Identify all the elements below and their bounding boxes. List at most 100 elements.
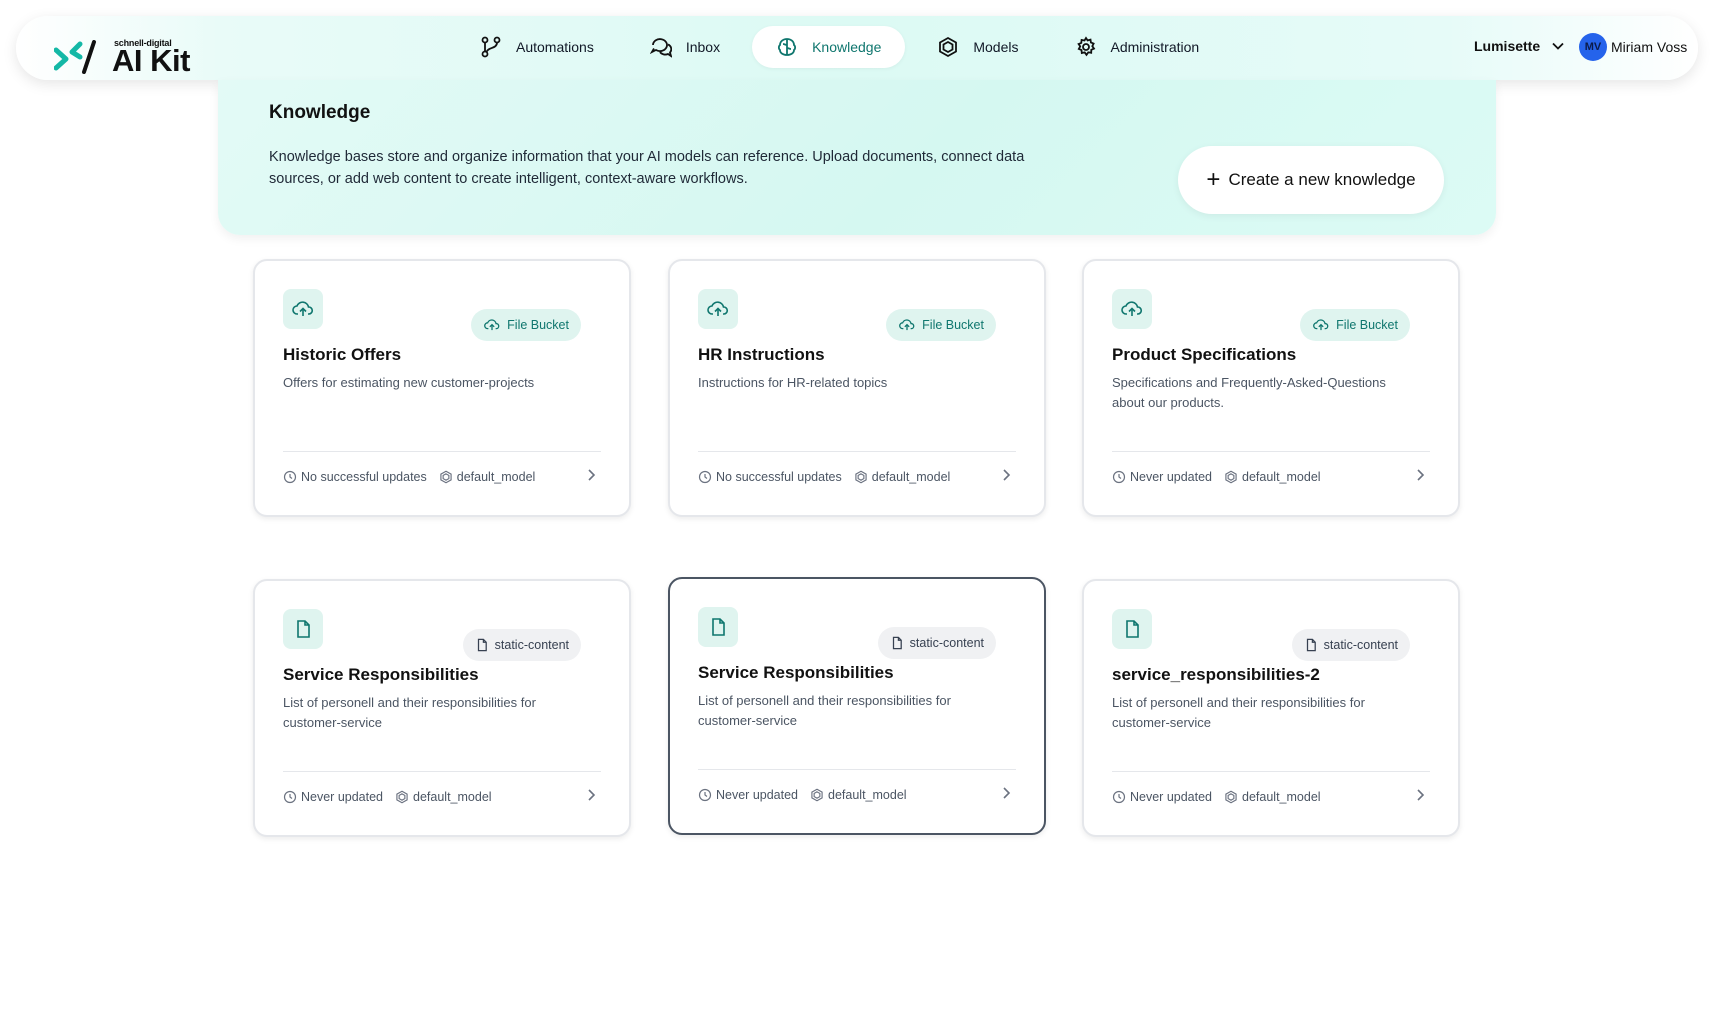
nav-models[interactable]: Models [913, 26, 1042, 68]
model-name: default_model [1242, 470, 1321, 484]
knowledge-hero: Knowledge Knowledge bases store and orga… [218, 80, 1496, 235]
source-type-badge: static-content [462, 629, 581, 661]
logo-mark-icon [54, 40, 96, 74]
card-description: Specifications and Frequently-Asked-Ques… [1112, 375, 1386, 410]
source-type-badge: File Bucket [886, 309, 996, 341]
card-meta: No successful updates default_model [698, 470, 962, 484]
nav-label: Inbox [685, 39, 721, 55]
card-meta: Never updated default_model [1112, 470, 1333, 484]
card-description: Instructions for HR-related topics [698, 375, 888, 390]
cloud-upload-icon [1313, 319, 1329, 331]
inbox-icon [649, 38, 672, 58]
clock-icon [283, 790, 297, 804]
card-meta: Never updated default_model [1112, 790, 1333, 804]
badge-label: File Bucket [507, 318, 569, 332]
knowledge-card[interactable]: File Bucket Historic Offers Offers for e… [253, 259, 631, 517]
divider [698, 451, 1016, 452]
update-status: Never updated [1130, 790, 1213, 804]
card-description: List of personell and their responsibili… [698, 693, 951, 728]
clock-icon [698, 788, 712, 802]
nav-inbox[interactable]: Inbox [626, 26, 744, 68]
badge-label: File Bucket [1336, 318, 1398, 332]
create-knowledge-label: Create a new knowledge [1228, 170, 1416, 189]
models-icon [440, 470, 452, 484]
card-description: Offers for estimating new customer-proje… [283, 375, 535, 390]
nav-automations[interactable]: Automations [456, 26, 618, 68]
clock-icon [1112, 790, 1126, 804]
cloud-upload-icon [698, 289, 738, 329]
file-icon [477, 638, 487, 652]
organization-switcher[interactable]: Lumisette [1474, 38, 1566, 54]
knowledge-card[interactable]: static-content service_responsibilities-… [1082, 579, 1460, 837]
card-title: HR Instructions [698, 345, 825, 364]
update-status: Never updated [716, 788, 799, 802]
cloud-upload-icon [1112, 289, 1152, 329]
divider [283, 771, 601, 772]
badge-label: static-content [494, 638, 569, 652]
knowledge-card[interactable]: static-content Service Responsibilities … [668, 577, 1046, 835]
file-icon [1306, 638, 1316, 652]
clock-icon [1112, 470, 1126, 484]
divider [1112, 451, 1430, 452]
model-name: default_model [1242, 790, 1321, 804]
knowledge-card[interactable]: static-content Service Responsibilities … [253, 579, 631, 837]
clock-icon [283, 470, 297, 484]
badge-label: File Bucket [922, 318, 984, 332]
file-icon [698, 607, 738, 647]
chevron-right-icon [588, 789, 596, 801]
knowledge-card[interactable]: File Bucket HR Instructions Instructions… [668, 259, 1046, 517]
source-type-badge: File Bucket [1300, 309, 1410, 341]
chevron-down-icon [1552, 42, 1564, 50]
badge-label: static-content [909, 636, 984, 650]
divider [283, 451, 601, 452]
models-icon [1225, 470, 1237, 484]
organization-name: Lumisette [1474, 38, 1541, 54]
automations-icon [481, 36, 501, 58]
nav-label: Automations [516, 39, 594, 55]
update-status: Never updated [1130, 470, 1213, 484]
source-type-badge: File Bucket [471, 309, 581, 341]
chevron-right-icon [1003, 787, 1011, 799]
model-name: default_model [456, 470, 536, 484]
logo[interactable]: schnell-digital AI Kit [36, 26, 196, 76]
model-name: default_model [871, 470, 951, 484]
card-title: Historic Offers [283, 345, 402, 364]
brand-name: AI Kit [112, 43, 190, 78]
divider [698, 769, 1016, 770]
knowledge-card[interactable]: File Bucket Product Specifications Speci… [1082, 259, 1460, 517]
clock-icon [698, 470, 712, 484]
nav-label: Administration [1110, 39, 1200, 55]
source-type-badge: static-content [877, 627, 996, 659]
card-description: List of personell and their responsibili… [1112, 695, 1365, 730]
user-menu[interactable]: MV Miriam Voss [1579, 33, 1687, 61]
page-description: Knowledge bases store and organize infor… [269, 149, 1025, 187]
models-icon [939, 36, 958, 58]
chevron-right-icon [588, 469, 596, 481]
create-knowledge-button[interactable]: + Create a new knowledge [1178, 146, 1444, 214]
card-meta: No successful updates default_model [283, 470, 547, 484]
card-title: Service Responsibilities [698, 663, 894, 682]
nav-knowledge[interactable]: Knowledge [752, 26, 906, 68]
models-icon [811, 788, 823, 802]
update-status: No successful updates [716, 470, 842, 484]
nav-label: Models [973, 39, 1019, 55]
gear-icon [1076, 36, 1095, 57]
card-description: List of personell and their responsibili… [283, 695, 536, 730]
file-icon [1112, 609, 1152, 649]
cloud-upload-icon [484, 319, 500, 331]
plus-icon: + [1206, 166, 1221, 193]
top-navigation-bar: schnell-digital AI Kit Automations Inbox… [16, 16, 1698, 80]
card-meta: Never updated default_model [283, 790, 504, 804]
card-title: service_responsibilities-2 [1112, 665, 1320, 684]
nav-administration[interactable]: Administration [1051, 26, 1224, 68]
nav-label: Knowledge [812, 39, 882, 55]
models-icon [855, 470, 867, 484]
main-nav: Automations Inbox Knowledge Models Admin… [456, 26, 1231, 68]
model-name: default_model [413, 790, 492, 804]
card-title: Service Responsibilities [283, 665, 479, 684]
page-title: Knowledge [269, 102, 371, 123]
chevron-right-icon [1417, 469, 1425, 481]
avatar: MV [1579, 33, 1607, 61]
knowledge-icon [778, 38, 797, 56]
user-name: Miriam Voss [1611, 39, 1688, 55]
